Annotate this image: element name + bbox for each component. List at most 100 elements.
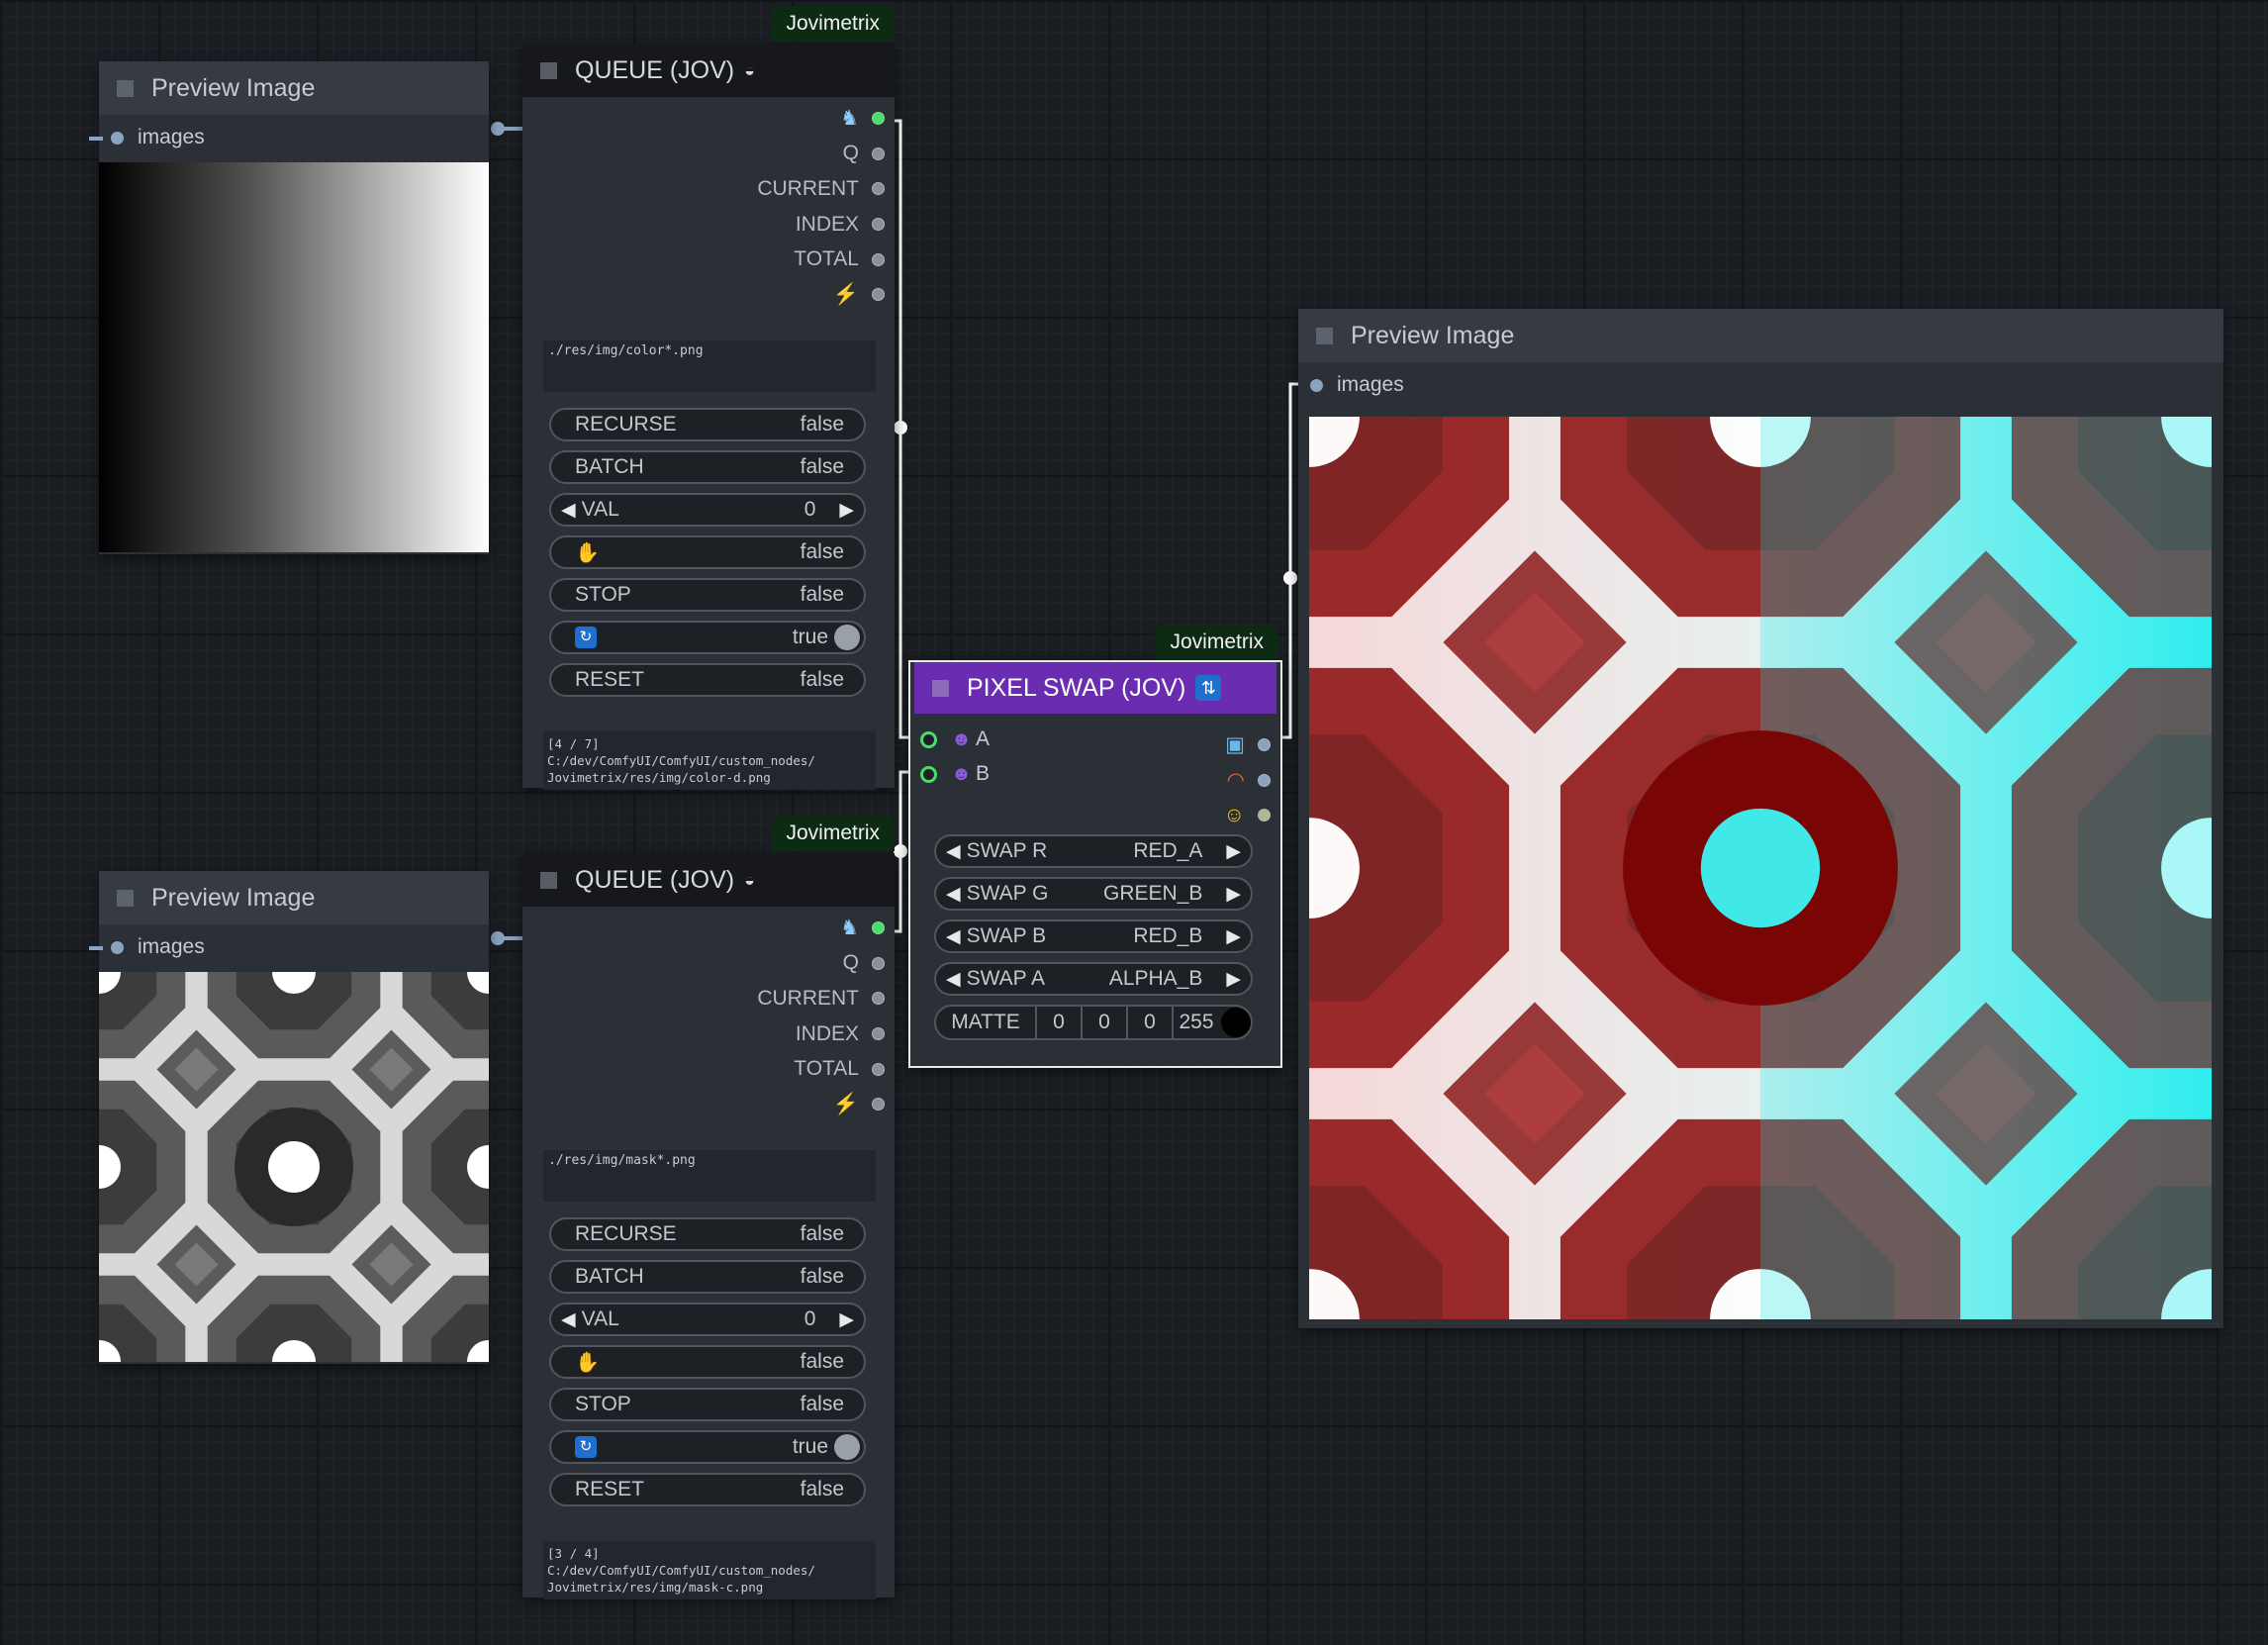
output-slot[interactable] [872,288,885,302]
output-slot[interactable] [872,992,885,1006]
collapse-toggle[interactable] [932,679,949,697]
output-image[interactable]: ▣ [1224,727,1271,763]
reset-toggle[interactable]: RESET false [549,663,866,697]
input-slot[interactable] [111,131,124,145]
input-images[interactable]: images [111,932,205,962]
decrement-arrow-icon[interactable]: ◀ [561,1308,576,1331]
output-slot[interactable] [1258,809,1271,822]
node-header[interactable]: QUEUE (JOV) ◒ [522,44,895,97]
preview-image-node-3[interactable]: Preview Image images [1298,309,2223,1328]
reset-toggle[interactable]: RESET false [549,1473,866,1506]
path-input[interactable]: ./res/img/color*.png [543,340,876,392]
recurse-toggle[interactable]: RECURSE false [549,1217,866,1251]
val-number-input[interactable]: ◀ VAL 0 ▶ [549,1303,866,1336]
node-header[interactable]: PIXEL SWAP (JOV) ⇅ [914,662,1276,714]
collapse-toggle[interactable] [540,871,557,889]
val-number-input[interactable]: ◀ VAL 0 ▶ [549,493,866,527]
swap-a-select[interactable]: ◀ SWAP A ALPHA_B ▶ [934,962,1253,996]
output-rgb[interactable]: ◠ [1224,763,1271,799]
queue-node-2[interactable]: Jovimetrix QUEUE (JOV) ◒ ♞ Q CURRENT INDE… [522,816,895,1599]
output-slot[interactable] [872,1027,885,1041]
input-images[interactable]: images [1310,370,1404,400]
output-trigger[interactable]: ⚡ [522,277,895,313]
output-slot[interactable] [872,956,885,970]
swap-b-select[interactable]: ◀ SWAP B RED_B ▶ [934,919,1253,953]
hold-toggle[interactable]: ✋ false [549,535,866,569]
pixel-swap-node[interactable]: Jovimetrix PIXEL SWAP (JOV) ⇅ ☻ A ☻ B ▣ ◠ ☺… [908,625,1282,1068]
matte-color-input[interactable]: MATTE 0 0 0 255 [934,1005,1253,1040]
swap-g-select[interactable]: ◀ SWAP G GREEN_B ▶ [934,877,1253,911]
loop-toggle[interactable]: ↻ true [549,1430,866,1464]
hold-toggle[interactable]: ✋ false [549,1345,866,1379]
matte-g[interactable]: 0 [1083,1007,1128,1038]
input-slot[interactable] [111,940,124,954]
output-index[interactable]: INDEX [522,207,895,242]
node-header[interactable]: Preview Image [99,61,489,115]
collapse-toggle[interactable] [1316,327,1333,344]
input-a[interactable]: ☻ A [920,727,990,751]
output-slot[interactable] [872,252,885,266]
swap-r-select[interactable]: ◀ SWAP R RED_A ▶ [934,834,1253,868]
path-input[interactable]: ./res/img/mask*.png [543,1150,876,1202]
output-slot[interactable] [872,921,885,935]
input-slot[interactable] [920,730,937,748]
output-q[interactable]: Q [522,946,895,982]
loop-toggle[interactable]: ↻ true [549,621,866,654]
batch-toggle[interactable]: BATCH false [549,1260,866,1294]
collapse-toggle[interactable] [117,79,134,97]
stop-toggle[interactable]: STOP false [549,1388,866,1421]
output-slot[interactable] [872,218,885,232]
output-any[interactable]: ♞ [522,101,895,137]
node-header[interactable]: Preview Image [1298,309,2223,362]
input-slot[interactable] [1310,378,1323,392]
queue-node-1[interactable]: Jovimetrix QUEUE (JOV) ◒ ♞ Q CURRENT INDE… [522,6,895,790]
matte-a[interactable]: 255 [1174,1007,1219,1038]
input-slot[interactable] [920,765,937,783]
preview-image-node-2[interactable]: Preview Image images [99,871,489,1364]
next-arrow-icon[interactable]: ▶ [1226,925,1241,948]
layers-icon: ◒ [744,869,755,890]
input-stub [89,137,103,141]
output-q[interactable]: Q [522,137,895,172]
prev-arrow-icon[interactable]: ◀ [946,925,961,948]
output-total[interactable]: TOTAL [522,242,895,277]
input-images[interactable]: images [111,123,205,152]
decrement-arrow-icon[interactable]: ◀ [561,499,576,522]
preview-image-node-1[interactable]: Preview Image images [99,61,489,554]
increment-arrow-icon[interactable]: ▶ [839,1308,854,1331]
input-stub [89,946,103,950]
output-slot[interactable] [1258,738,1271,752]
output-index[interactable]: INDEX [522,1016,895,1052]
matte-color-swatch[interactable] [1221,1008,1251,1037]
increment-arrow-icon[interactable]: ▶ [839,499,854,522]
output-slot[interactable] [872,1098,885,1112]
next-arrow-icon[interactable]: ▶ [1226,883,1241,906]
stop-toggle[interactable]: STOP false [549,578,866,612]
prev-arrow-icon[interactable]: ◀ [946,968,961,991]
next-arrow-icon[interactable]: ▶ [1226,840,1241,863]
output-slot[interactable] [872,1062,885,1076]
output-slot[interactable] [1258,773,1271,787]
output-current[interactable]: CURRENT [522,981,895,1016]
output-any[interactable]: ♞ [522,911,895,946]
prev-arrow-icon[interactable]: ◀ [946,840,961,863]
collapse-toggle[interactable] [117,889,134,907]
node-header[interactable]: QUEUE (JOV) ◒ [522,853,895,907]
next-arrow-icon[interactable]: ▶ [1226,968,1241,991]
recurse-toggle[interactable]: RECURSE false [549,408,866,441]
collapse-toggle[interactable] [540,61,557,79]
output-slot[interactable] [872,146,885,160]
batch-toggle[interactable]: BATCH false [549,450,866,484]
matte-b[interactable]: 0 [1128,1007,1174,1038]
node-header[interactable]: Preview Image [99,871,489,924]
matte-r[interactable]: 0 [1037,1007,1083,1038]
node-title: QUEUE (JOV) [575,55,735,84]
output-mask[interactable]: ☺ [1224,798,1271,833]
input-b[interactable]: ☻ B [920,762,990,786]
prev-arrow-icon[interactable]: ◀ [946,883,961,906]
output-slot[interactable] [872,182,885,196]
output-trigger[interactable]: ⚡ [522,1087,895,1122]
output-slot[interactable] [872,112,885,126]
output-total[interactable]: TOTAL [522,1051,895,1087]
output-current[interactable]: CURRENT [522,171,895,207]
